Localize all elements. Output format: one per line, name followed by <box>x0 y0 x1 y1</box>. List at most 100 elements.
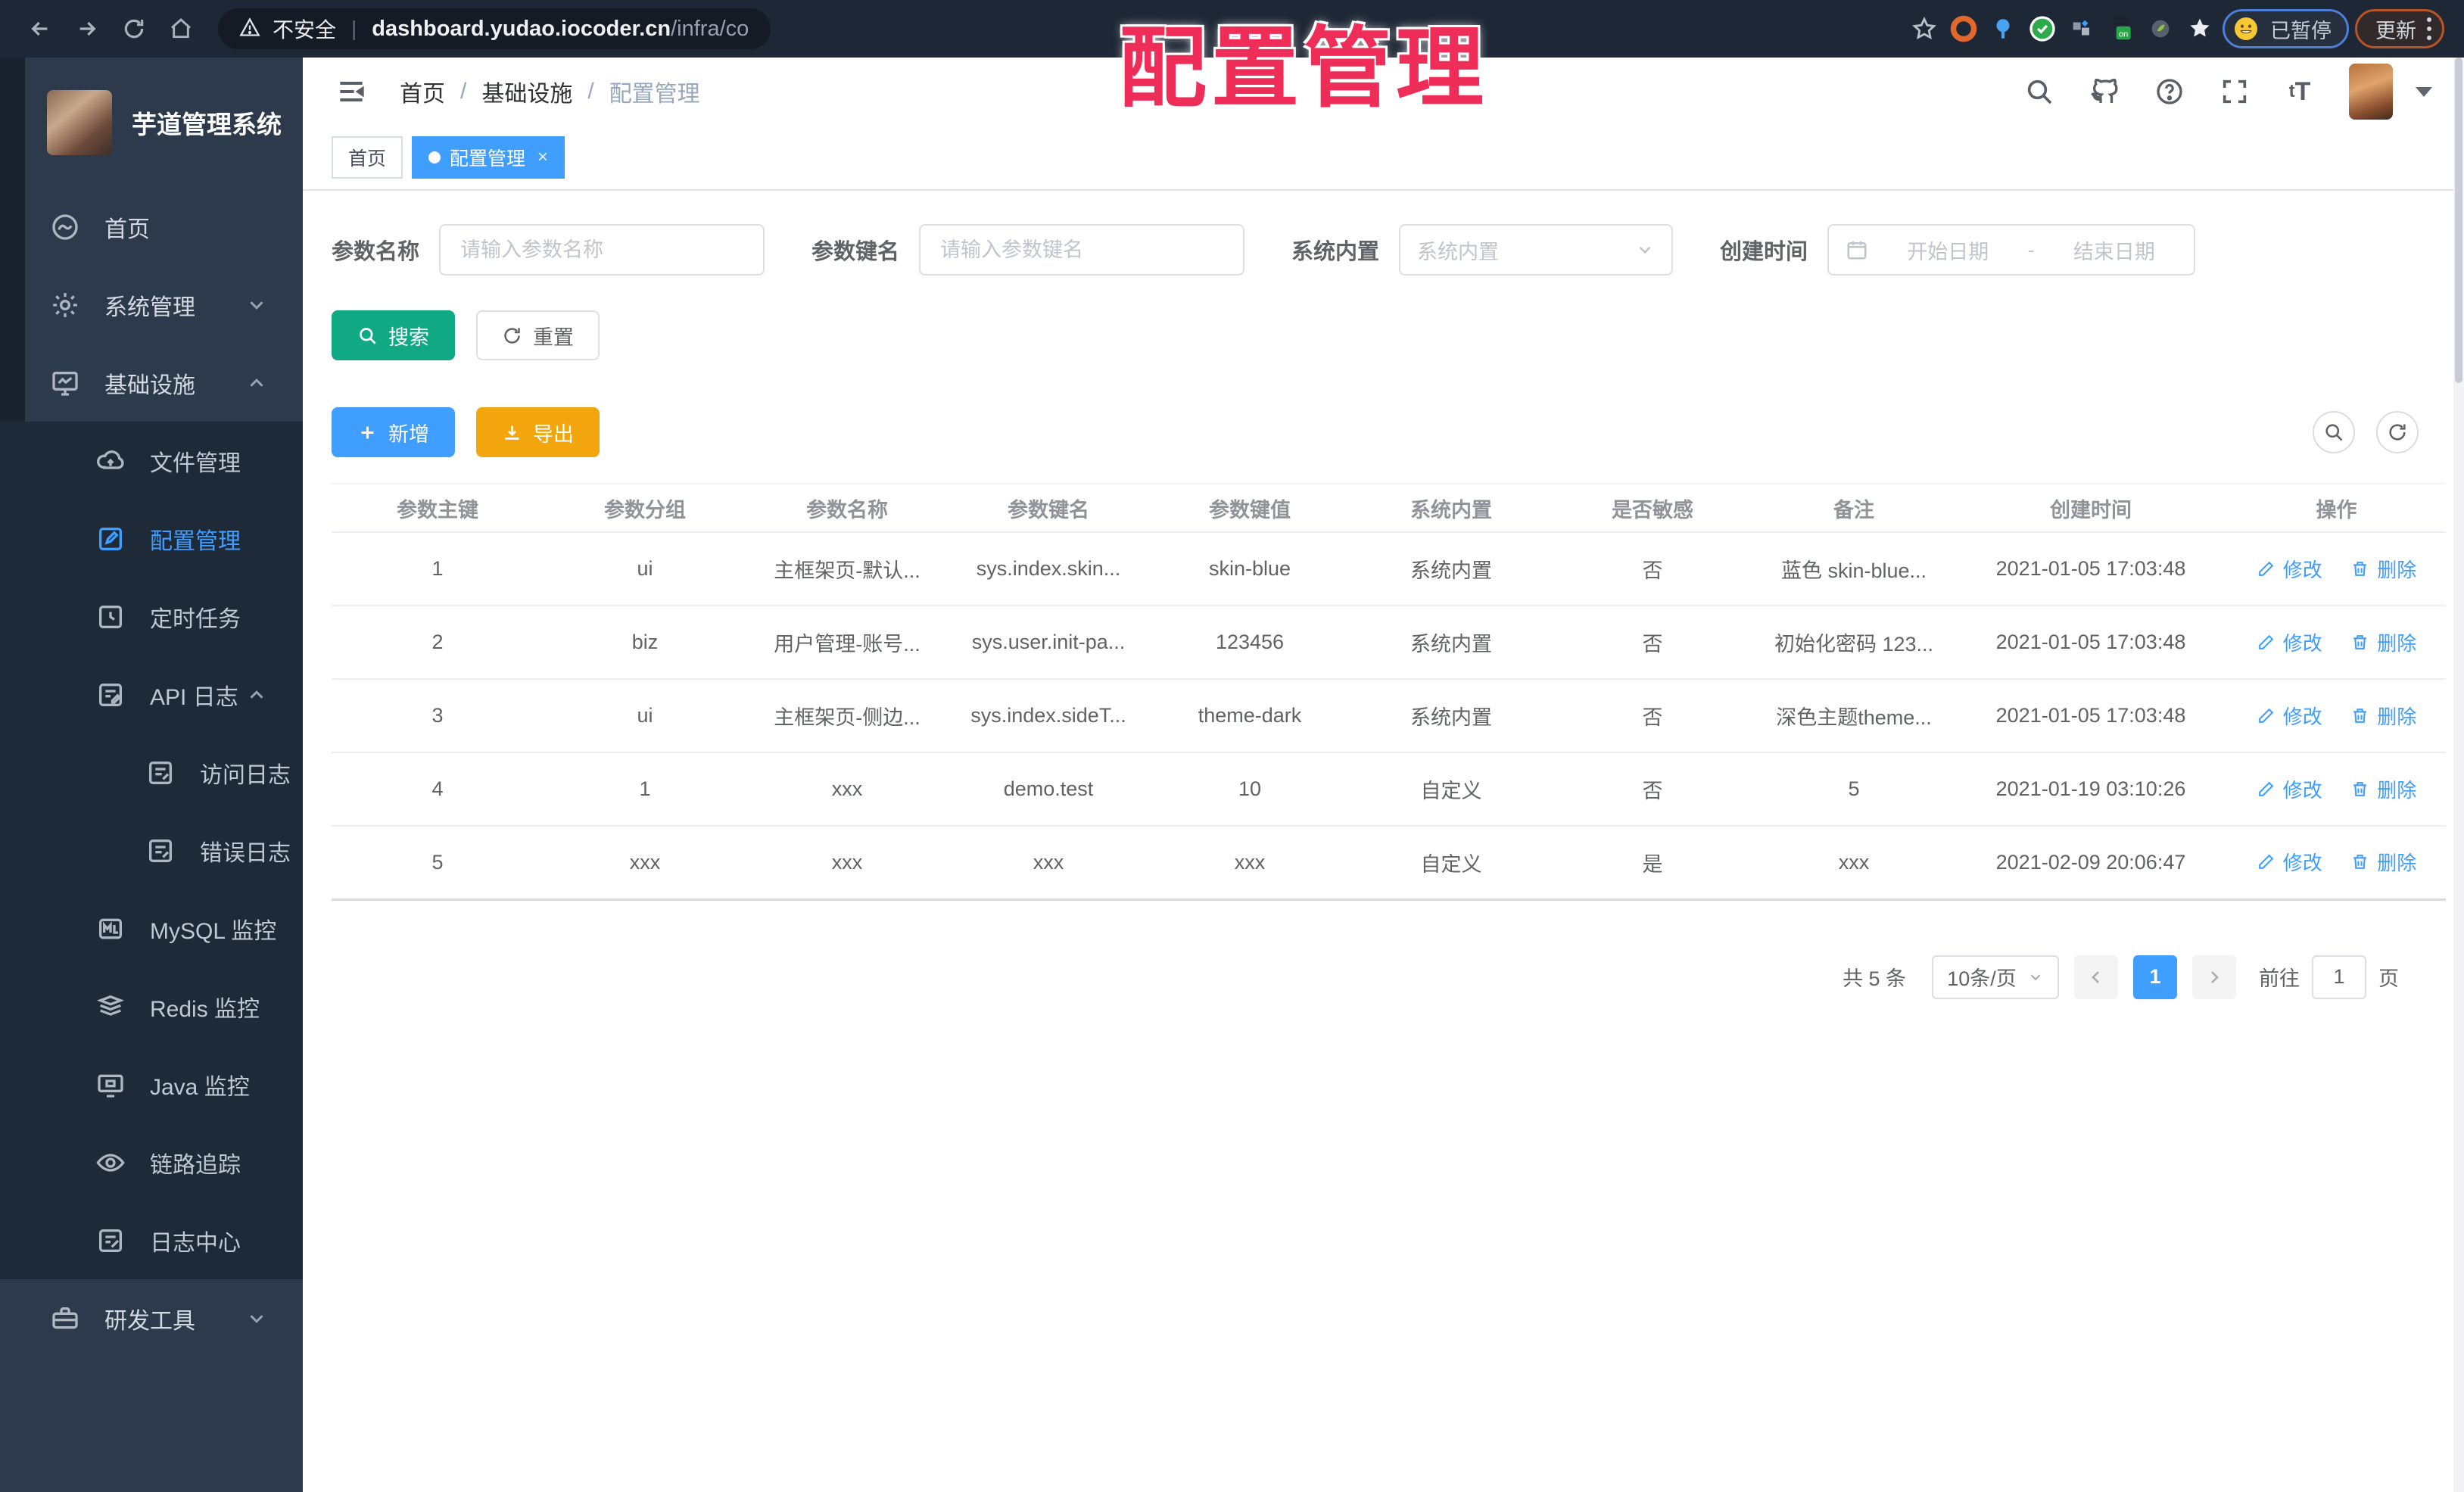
system-builtin-label: 系统内置 <box>1291 240 1380 264</box>
monitor-chart-icon <box>50 368 80 398</box>
edit-link[interactable]: 修改 <box>2257 628 2322 656</box>
edit-link[interactable]: 修改 <box>2257 555 2322 583</box>
extension-pin-icon[interactable] <box>1986 12 2020 45</box>
sidebar-item-home[interactable]: 首页 <box>0 188 303 266</box>
table-row: 3 ui 主框架页-侧边... sys.index.sideT... theme… <box>332 679 2446 753</box>
sidebar-item-error-log[interactable]: 错误日志 <box>0 811 303 889</box>
sidebar-item-redis-monitor[interactable]: Redis 监控 <box>0 967 303 1045</box>
page-url[interactable]: dashboard.yudao.iocoder.cn/infra/config <box>372 17 749 42</box>
delete-link[interactable]: 删除 <box>2350 555 2416 583</box>
param-name-input[interactable] <box>439 224 765 276</box>
delete-link[interactable]: 删除 <box>2350 628 2416 656</box>
user-avatar[interactable] <box>2349 64 2393 120</box>
help-icon[interactable] <box>2154 76 2185 107</box>
page-size-value: 10条/页 <box>1947 967 2017 990</box>
not-secure-label[interactable]: 不安全 <box>273 14 336 44</box>
extension-orange-icon[interactable] <box>1947 12 1980 45</box>
search-button[interactable]: 搜索 <box>332 310 455 360</box>
close-tag-icon[interactable]: × <box>537 147 548 168</box>
cell: biz <box>544 606 746 680</box>
next-page-button[interactable] <box>2192 955 2236 999</box>
sidebar-item-system[interactable]: 系统管理 <box>0 266 303 344</box>
bookmark-star-icon[interactable] <box>1908 12 1941 45</box>
page-scrollbar[interactable] <box>2453 58 2464 1492</box>
browser-reload-button[interactable] <box>114 8 154 49</box>
app-logo-row[interactable]: 芋道管理系统 <box>0 58 303 188</box>
browser-update-button[interactable]: 更新 <box>2355 9 2444 48</box>
address-bar[interactable]: 不安全 | dashboard.yudao.iocoder.cn/infra/c… <box>218 8 771 49</box>
cell: 否 <box>1552 752 1753 827</box>
sidebar-item-access-log[interactable]: 访问日志 <box>0 734 303 811</box>
sidebar-item-label: API 日志 <box>150 684 238 710</box>
browser-menu-icon[interactable] <box>2427 17 2431 40</box>
extension-white-star-icon[interactable] <box>2183 12 2216 45</box>
breadcrumb-home[interactable]: 首页 <box>400 75 445 108</box>
app-title: 芋道管理系统 <box>132 111 282 139</box>
reset-button[interactable]: 重置 <box>476 310 600 360</box>
edit-link[interactable]: 修改 <box>2257 702 2322 730</box>
scrollbar-thumb[interactable] <box>2455 58 2462 383</box>
extension-paused-pill[interactable]: 已暂停 <box>2223 9 2349 48</box>
header-search-icon[interactable] <box>2023 76 2055 107</box>
sidebar-item-label: 访问日志 <box>200 762 291 788</box>
edit-link[interactable]: 修改 <box>2257 775 2322 803</box>
sidebar-item-dev-tools[interactable]: 研发工具 <box>0 1279 303 1357</box>
date-start-placeholder: 开始日期 <box>1907 240 1989 263</box>
config-table: 参数主键 参数分组 参数名称 参数键名 参数键值 系统内置 是否敏感 备注 创建… <box>332 483 2446 901</box>
cell: 10 <box>1149 752 1350 827</box>
browser-back-button[interactable] <box>20 8 61 49</box>
delete-link[interactable]: 删除 <box>2350 848 2416 876</box>
github-icon[interactable] <box>2089 76 2120 107</box>
sidebar-item-api-log[interactable]: API 日志 <box>0 656 303 734</box>
fullscreen-icon[interactable] <box>2219 76 2251 107</box>
prev-page-button[interactable] <box>2074 955 2118 999</box>
sidebar-collapse-icon[interactable] <box>335 75 368 108</box>
sidebar-item-java-monitor[interactable]: Java 监控 <box>0 1045 303 1123</box>
sidebar-item-label: 文件管理 <box>150 450 241 476</box>
add-button[interactable]: 新增 <box>332 407 455 457</box>
page-number-current[interactable]: 1 <box>2133 955 2177 999</box>
delete-link[interactable]: 删除 <box>2350 702 2416 730</box>
breadcrumb-current: 配置管理 <box>609 82 700 107</box>
browser-home-button[interactable] <box>160 8 201 49</box>
delete-link[interactable]: 删除 <box>2350 775 2416 803</box>
cell: demo.test <box>948 752 1149 827</box>
app-header: 首页 / 基础设施 / 配置管理 tT <box>303 58 2464 126</box>
param-key-input[interactable] <box>919 224 1245 276</box>
goto-page-input[interactable] <box>2312 955 2366 999</box>
cell: 5 <box>332 826 544 901</box>
search-toggle-button[interactable] <box>2313 411 2355 453</box>
browser-forward-button[interactable] <box>67 8 107 49</box>
export-button[interactable]: 导出 <box>476 407 600 457</box>
extension-on-badge-icon[interactable]: on <box>2104 12 2138 45</box>
refresh-icon <box>2389 424 2406 441</box>
system-builtin-select[interactable]: 系统内置 <box>1399 224 1674 276</box>
sidebar-item-log-center[interactable]: 日志中心 <box>0 1201 303 1279</box>
edit-link[interactable]: 修改 <box>2257 848 2322 876</box>
pencil-icon <box>2258 781 2274 796</box>
extension-leaf-icon[interactable] <box>2144 12 2177 45</box>
sidebar-item-scheduled-jobs[interactable]: 定时任务 <box>0 578 303 656</box>
cell: ui <box>544 532 746 606</box>
sidebar-item-infra[interactable]: 基础设施 <box>0 344 303 422</box>
refresh-table-button[interactable] <box>2376 411 2419 453</box>
breadcrumb-separator: / <box>460 79 467 104</box>
breadcrumb-infra[interactable]: 基础设施 <box>481 75 572 108</box>
sidebar-item-file-manage[interactable]: 文件管理 <box>0 422 303 500</box>
date-range-picker[interactable]: 开始日期 - 结束日期 <box>1827 224 2196 276</box>
sidebar-item-config-manage[interactable]: 配置管理 <box>0 500 303 578</box>
user-menu-caret-icon[interactable] <box>2416 86 2432 97</box>
tag-home[interactable]: 首页 <box>332 136 403 179</box>
sidebar-item-trace[interactable]: 链路追踪 <box>0 1123 303 1201</box>
pencil-icon <box>2258 561 2274 576</box>
pencil-icon <box>2258 854 2274 870</box>
total-count: 共 5 条 <box>1842 967 1906 990</box>
page-size-select[interactable]: 10条/页 <box>1932 955 2059 999</box>
sidebar-item-mysql-monitor[interactable]: MySQL 监控 <box>0 889 303 967</box>
font-size-icon[interactable]: tT <box>2284 76 2316 107</box>
tag-config-active[interactable]: 配置管理 × <box>412 136 565 179</box>
col-header: 操作 <box>2227 483 2446 533</box>
extension-green-check-icon[interactable] <box>2026 12 2059 45</box>
cell: 2 <box>332 606 544 680</box>
extension-puzzle-icon[interactable] <box>2065 12 2098 45</box>
